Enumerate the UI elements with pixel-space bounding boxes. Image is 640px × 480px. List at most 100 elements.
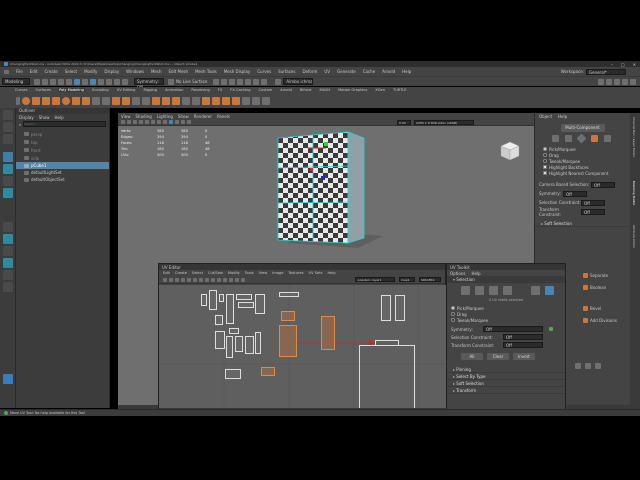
move-tool-icon[interactable] (2, 152, 13, 162)
uv-shell[interactable] (209, 290, 217, 310)
resolution-gate-icon[interactable] (151, 120, 155, 124)
uv-toolkit-selection-section[interactable]: Selection (447, 276, 565, 283)
bevel-icon[interactable] (172, 96, 180, 105)
camera-attr-icon[interactable] (121, 120, 125, 124)
paint-select-tool-icon[interactable] (2, 134, 13, 144)
outliner-menu-show[interactable]: Show (39, 115, 50, 120)
shelf-tab-motion-graphics[interactable]: Motion Graphics (337, 88, 368, 92)
uv-shell[interactable] (395, 295, 405, 321)
outliner-item-persp[interactable]: persp (16, 130, 109, 138)
poly-torus-icon[interactable] (62, 96, 70, 105)
outliner-menu-help[interactable]: Help (55, 115, 64, 120)
poly-cube-icon[interactable] (32, 96, 40, 105)
uv-drag-radio[interactable] (451, 312, 455, 316)
uv-shell[interactable] (225, 369, 241, 379)
planar-mapping-icon[interactable] (252, 96, 260, 105)
super-shape-icon[interactable] (92, 96, 100, 105)
snap-grid-icon[interactable] (98, 78, 104, 85)
outliner-item-default-object-set[interactable]: defaultObjectSet (16, 176, 109, 183)
quad-draw-icon[interactable] (232, 96, 240, 105)
select-by-hierarchy-icon[interactable] (74, 78, 80, 85)
attribute-editor-icon[interactable] (614, 78, 620, 85)
uv-toolkit-pinning-section[interactable]: Pinning (447, 366, 565, 373)
outliner-item-top[interactable]: top (16, 138, 109, 146)
textured-icon[interactable] (169, 120, 173, 124)
mel-icon[interactable] (2, 374, 13, 384)
smooth-shade-icon[interactable] (163, 120, 167, 124)
scale-tool-icon[interactable] (2, 176, 13, 186)
add-divisions-button[interactable]: Add Divisions (590, 318, 617, 323)
uv-shell[interactable] (238, 302, 254, 308)
outliner-menu-display[interactable]: Display (19, 115, 34, 120)
bookshelf-mesh[interactable] (268, 128, 388, 253)
shelf-tab-xgen[interactable]: XGen (374, 88, 386, 92)
uv-gamma-icon[interactable] (235, 277, 239, 282)
uv-edge-mode-icon[interactable] (475, 286, 484, 295)
uv-snap-icon[interactable] (169, 277, 173, 282)
tool-settings-icon[interactable] (622, 78, 628, 85)
uv-menu-edit[interactable]: Edit (163, 271, 170, 275)
menu-cache[interactable]: Cache (363, 69, 375, 74)
menu-uv[interactable]: UV (324, 69, 330, 74)
color-space-dropdown[interactable]: ACES 1.0 SDR-video (sRGB) (414, 119, 474, 125)
uv-layout-icon[interactable] (2, 270, 13, 280)
lights-icon[interactable] (175, 120, 179, 124)
shelf-tab-animation[interactable]: Animation (164, 88, 184, 92)
maximize-icon[interactable]: □ (621, 62, 625, 67)
save-scene-icon[interactable] (50, 78, 56, 85)
menu-generate[interactable]: Generate (337, 69, 356, 74)
uv-menu-textures[interactable]: Textures (288, 271, 303, 275)
automatic-mapping-icon[interactable] (262, 96, 270, 105)
symmetry-panel-dropdown[interactable]: Off (563, 190, 587, 197)
uv-texture-dropdown[interactable]: SPACER1 (419, 277, 441, 282)
uv-menu-modify[interactable]: Modify (228, 271, 240, 275)
target-weld-icon[interactable] (212, 96, 220, 105)
user-icon[interactable] (275, 78, 282, 85)
ipr-render-icon[interactable] (229, 78, 236, 85)
menu-help[interactable]: Help (402, 69, 411, 74)
object-mode-icon[interactable] (604, 135, 611, 142)
shelf-tab-curves[interactable]: Curves (14, 88, 28, 92)
uv-shell-pick-icon[interactable] (531, 286, 540, 295)
shelf-tab-rendering[interactable]: Rendering (190, 88, 210, 92)
lasso-tool-icon[interactable] (2, 122, 13, 132)
shelf-tab-fx-caching[interactable]: FX Caching (229, 88, 251, 92)
uv-shell[interactable] (215, 331, 225, 349)
pick-marquee-radio[interactable] (543, 147, 547, 151)
viewport-menu-lighting[interactable]: Lighting (157, 114, 173, 119)
menu-curves[interactable]: Curves (257, 69, 271, 74)
shelf-tab-rigging[interactable]: Rigging (142, 88, 158, 92)
shelf-tab-uv-editing[interactable]: UV Editing (116, 88, 137, 92)
viewport-menu-shading[interactable]: Shading (136, 114, 152, 119)
uv-tile-dropdown[interactable]: <pastel> layer1 (355, 277, 395, 282)
menu-surfaces[interactable]: Surfaces (278, 69, 295, 74)
bookmark-icon[interactable] (127, 120, 131, 124)
uv-menu-select[interactable]: Select (192, 271, 203, 275)
uv-image-icon[interactable] (199, 277, 203, 282)
four-pane-icon[interactable] (2, 234, 13, 244)
transform-constraint-dropdown[interactable]: Off (581, 208, 605, 215)
uv-shell[interactable] (226, 336, 233, 358)
poly-sphere-icon[interactable] (22, 96, 30, 105)
uv-dim-icon[interactable] (211, 277, 215, 282)
symmetry-dropdown[interactable]: Symmetry: Off (134, 78, 164, 90)
uv-menu-cut-sew[interactable]: Cut/Sew (208, 271, 223, 275)
grid-icon[interactable] (139, 120, 143, 124)
outliner-item-default-light-set[interactable]: defaultLightSet (16, 169, 109, 176)
uv-shell-selected[interactable] (281, 311, 295, 321)
highlight-backfaces-checkbox[interactable] (543, 165, 547, 169)
view-cube[interactable] (498, 139, 522, 163)
menu-select[interactable]: Select (65, 69, 77, 74)
uv-shell[interactable] (255, 294, 265, 314)
invert-selection-button[interactable]: Invert (513, 353, 535, 360)
redo-icon[interactable] (66, 78, 72, 85)
uv-checker-icon[interactable] (193, 277, 197, 282)
boolean-button[interactable]: Boolean (590, 285, 606, 290)
append-icon[interactable] (182, 96, 190, 105)
uv-menu-help[interactable]: Help (327, 271, 335, 275)
exposure-field[interactable]: 0.00 (397, 119, 411, 125)
new-scene-icon[interactable] (34, 78, 40, 85)
menu-modify[interactable]: Modify (84, 69, 97, 74)
menu-file[interactable]: File (16, 69, 23, 74)
smooth-icon[interactable] (132, 96, 140, 105)
